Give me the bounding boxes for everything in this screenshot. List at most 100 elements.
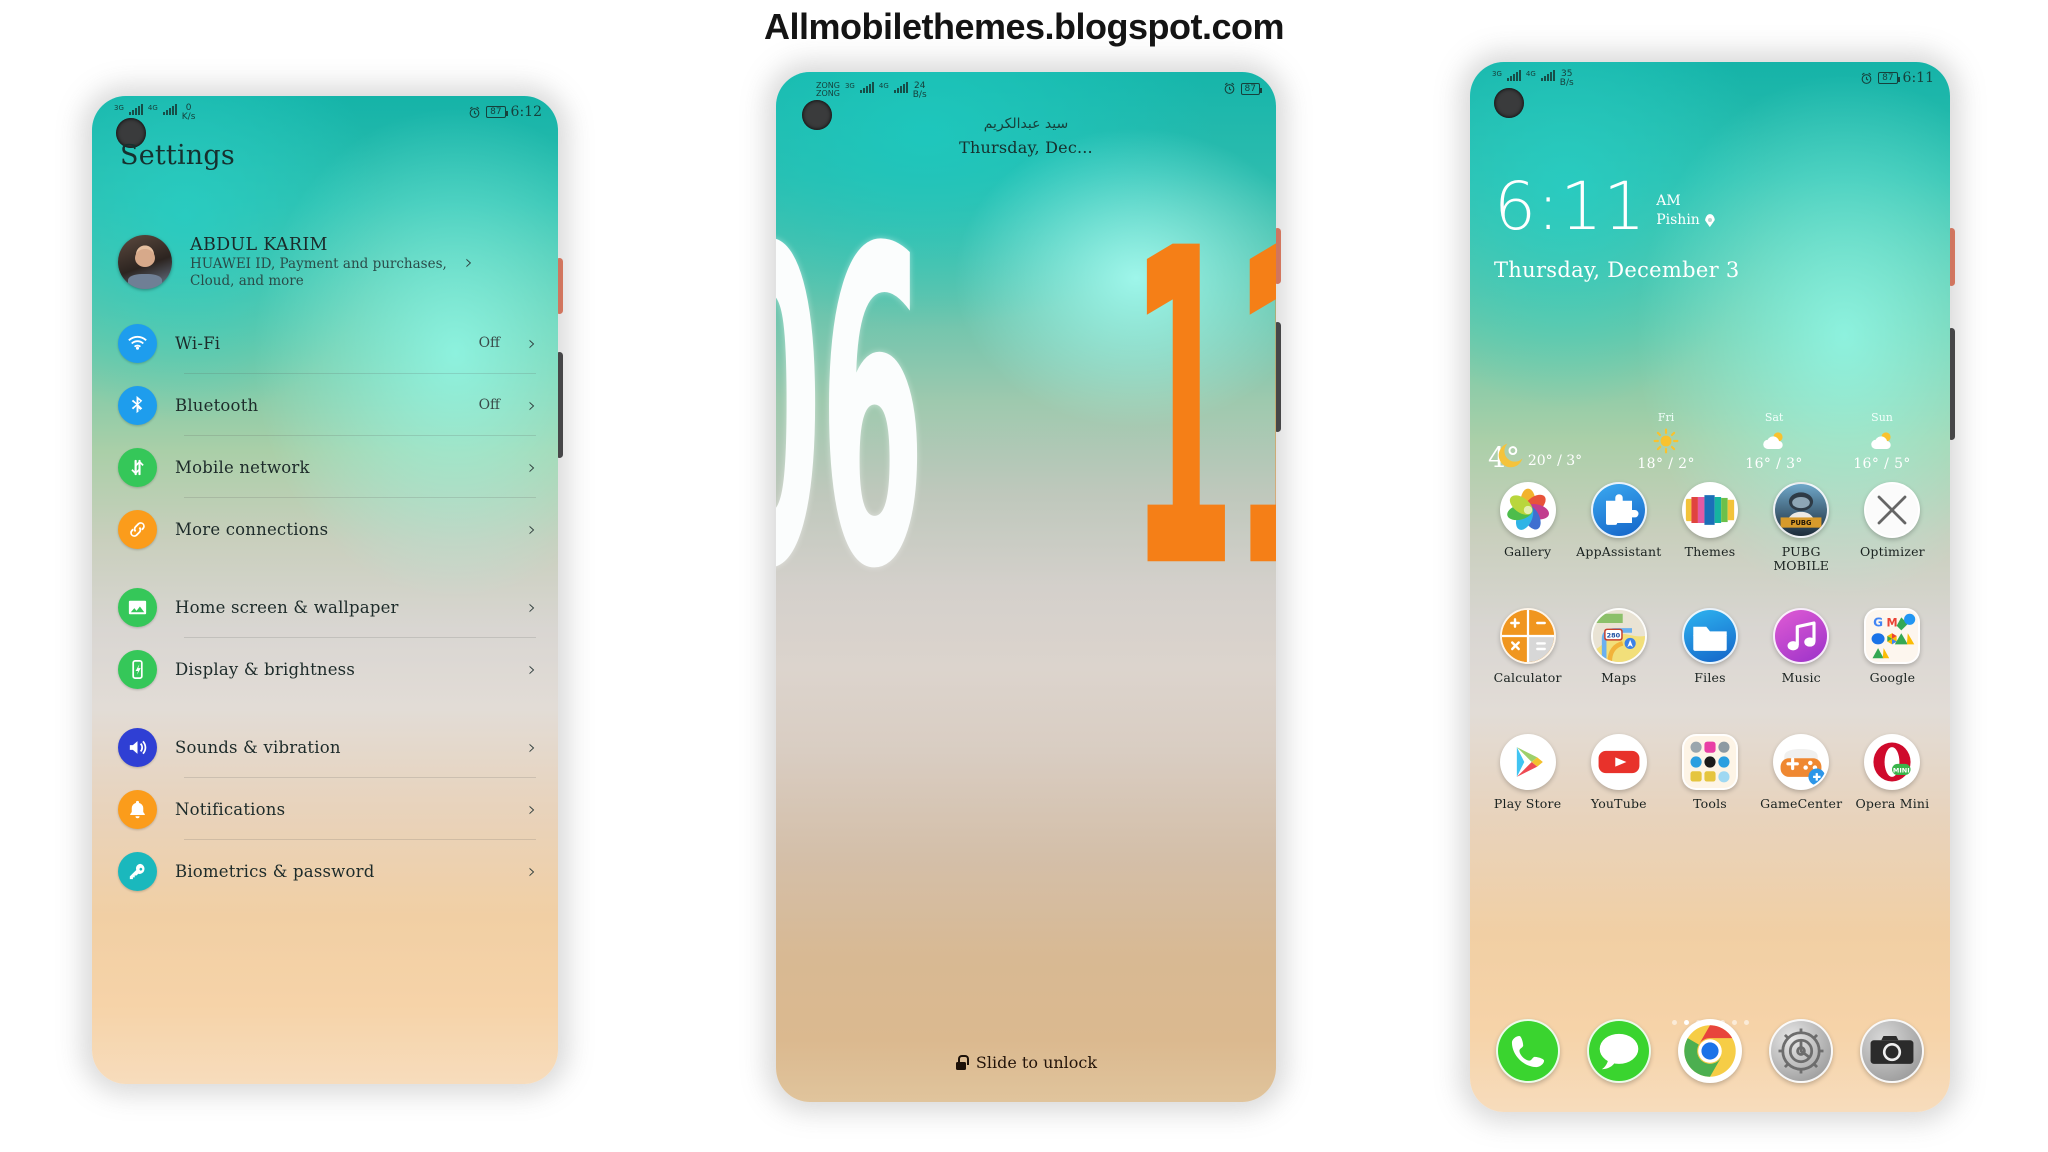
signal-bars-2-p3 (1540, 70, 1555, 81)
app-play-store[interactable]: Play Store (1482, 734, 1573, 860)
signal-bars-1-p2 (859, 82, 874, 93)
settings-label: Home screen & wallpaper (175, 597, 399, 617)
app-google-folder[interactable]: G M Google (1847, 608, 1938, 734)
status-time-p1: 6:12 (510, 104, 542, 120)
play-store-icon (1499, 734, 1556, 790)
weather-widget[interactable]: 4° 20° / 3° Fri 18° / 2° (1488, 382, 1936, 472)
alarm-icon (1861, 72, 1872, 84)
weather-day-fri: Fri 18° / 2° (1612, 411, 1720, 472)
battery-indicator-p3: 87 (1878, 72, 1901, 84)
settings-item-display-brightness[interactable]: Display & brightness › (92, 638, 558, 700)
chevron-right-icon: › (528, 517, 536, 541)
signal-bars-2-p2 (893, 82, 908, 93)
avatar (118, 235, 172, 289)
account-name: ABDUL KARIM (190, 234, 328, 255)
dock-app-messages[interactable] (1573, 1019, 1664, 1083)
settings-group-3: Sounds & vibration › Notifications › Bio… (92, 716, 558, 902)
settings-item-notifications[interactable]: Notifications › (92, 778, 558, 840)
chevron-right-icon: › (528, 331, 536, 355)
signal-bars-1-p1 (128, 104, 143, 115)
key-icon (118, 851, 157, 891)
home-date: Thursday, December 3 (1494, 258, 1740, 282)
settings-label: Notifications (175, 799, 286, 819)
clock-hours: 06 (776, 157, 925, 665)
carrier-label-1-p2: ZONG ZONG (816, 81, 840, 99)
app-opera-mini[interactable]: MINI Opera Mini (1847, 734, 1938, 860)
messages-icon (1586, 1019, 1651, 1083)
settings-item-home-screen-wallpaper[interactable]: Home screen & wallpaper › (92, 576, 558, 638)
files-icon (1682, 608, 1738, 664)
settings-value: Off (478, 335, 500, 351)
app-optimizer[interactable]: Optimizer (1847, 482, 1938, 608)
status-bar-p1: 3G 4G 0 K/s 87 6:12 (92, 96, 558, 130)
slide-to-unlock[interactable]: Slide to unlock (776, 1053, 1276, 1072)
network-gen-2-p2: 4G (878, 82, 889, 90)
account-row[interactable]: ABDUL KARIM HUAWEI ID, Payment and purch… (118, 216, 540, 308)
map-pin-icon (1705, 214, 1715, 227)
chevron-right-icon: › (528, 797, 536, 821)
app-maps[interactable]: 280 Maps (1573, 608, 1664, 734)
svg-text:G: G (1874, 616, 1884, 630)
app-gallery[interactable]: Gallery (1482, 482, 1573, 608)
svg-text:MINI: MINI (1893, 767, 1910, 775)
home-clock-widget[interactable]: 6:11 AM Pishin (1494, 173, 1715, 240)
settings-item-more-connections[interactable]: More connections › (92, 498, 558, 560)
app-youtube[interactable]: YouTube (1573, 734, 1664, 860)
dock-app-settings[interactable] (1756, 1019, 1847, 1083)
settings-item-bluetooth[interactable]: Bluetooth Off › (92, 374, 558, 436)
wifi-icon (118, 323, 157, 363)
app-pubg-mobile[interactable]: PUBG PUBG MOBILE (1756, 482, 1847, 608)
phone-homescreen: 3G 4G 35 B/s 87 6:11 6:11 AM Pishin Thur… (1470, 62, 1955, 1112)
svg-text:280: 280 (1606, 631, 1620, 639)
bell-icon (118, 789, 157, 829)
settings-gear-icon (1769, 1019, 1834, 1083)
dock-app-chrome[interactable] (1664, 1019, 1755, 1083)
app-label: Files (1694, 670, 1726, 685)
app-music[interactable]: Music (1756, 608, 1847, 734)
lock-icon (955, 1055, 969, 1070)
app-label: Gallery (1503, 544, 1552, 559)
speaker-icon (118, 727, 157, 767)
network-speed-p3: 35 B/s (1559, 69, 1574, 89)
network-speed-p1: 0 K/s (181, 103, 196, 123)
music-icon (1773, 608, 1830, 664)
bluetooth-icon (118, 385, 157, 425)
slide-to-unlock-label: Slide to unlock (975, 1053, 1098, 1072)
settings-item-mobile-network[interactable]: Mobile network › (92, 436, 558, 498)
youtube-icon (1590, 734, 1647, 790)
svg-text:PUBG: PUBG (1791, 519, 1812, 527)
google-folder-icon: G M (1864, 608, 1921, 664)
app-tools-folder[interactable]: Tools (1664, 734, 1755, 860)
app-row-1: Gallery AppAssistant Themes PUBG PUBG MO… (1482, 482, 1938, 608)
network-gen-1-p3: 3G (1492, 70, 1502, 78)
signal-bars-1-p3 (1506, 70, 1521, 81)
status-bar-p2: ZONG ZONG 3G 4G 24 B/s 87 (776, 72, 1276, 106)
settings-item-wifi[interactable]: Wi-Fi Off › (92, 312, 558, 374)
settings-value: Off (478, 397, 500, 413)
tools-folder-icon (1682, 734, 1738, 790)
partly-cloudy-icon (1720, 426, 1828, 456)
alarm-icon (469, 106, 480, 118)
settings-item-biometrics-password[interactable]: Biometrics & password › (92, 840, 558, 902)
app-label: Themes (1684, 544, 1736, 559)
settings-item-sounds-vibration[interactable]: Sounds & vibration › (92, 716, 558, 778)
svg-text:M: M (1887, 617, 1898, 630)
app-appassistant[interactable]: AppAssistant (1573, 482, 1664, 608)
app-gamecenter[interactable]: GameCenter (1756, 734, 1847, 860)
app-label: YouTube (1590, 796, 1647, 811)
display-icon (118, 649, 157, 689)
settings-label: Bluetooth (175, 395, 259, 415)
app-label: Tools (1693, 796, 1727, 811)
lockscreen-clock: 06 11 (776, 157, 1276, 665)
app-row-2: Calculator 280 Maps Files Music G M Goog… (1482, 608, 1938, 734)
chevron-right-icon: › (528, 595, 536, 619)
app-calculator[interactable]: Calculator (1482, 608, 1573, 734)
dock-app-phone[interactable] (1482, 1019, 1573, 1083)
dock-app-camera[interactable] (1847, 1019, 1938, 1083)
weather-day-label: Sat (1764, 411, 1784, 424)
phone-icon (1495, 1019, 1560, 1083)
battery-indicator-p2: 87 (1240, 82, 1263, 95)
app-label: PUBG MOBILE (1773, 544, 1830, 574)
app-files[interactable]: Files (1664, 608, 1755, 734)
app-themes[interactable]: Themes (1664, 482, 1755, 608)
